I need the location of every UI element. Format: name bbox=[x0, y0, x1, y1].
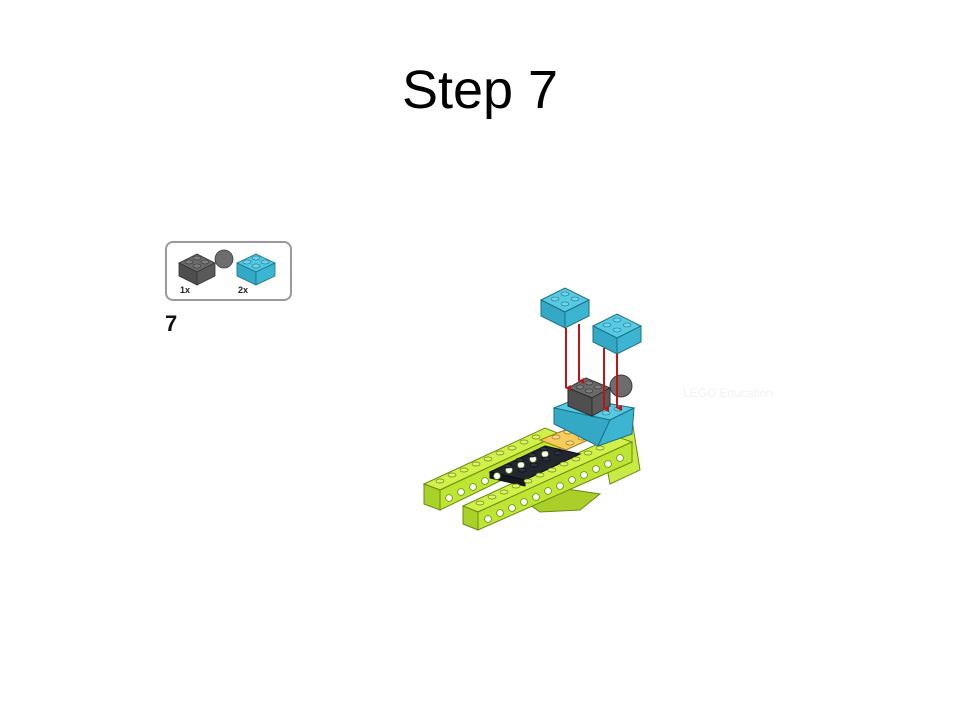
azure-brick-floating-left bbox=[539, 287, 591, 329]
watermark-text: LEGO Education bbox=[683, 386, 774, 400]
model-assembly-illustration bbox=[422, 287, 643, 531]
azure-brick-floating-right bbox=[591, 313, 643, 355]
